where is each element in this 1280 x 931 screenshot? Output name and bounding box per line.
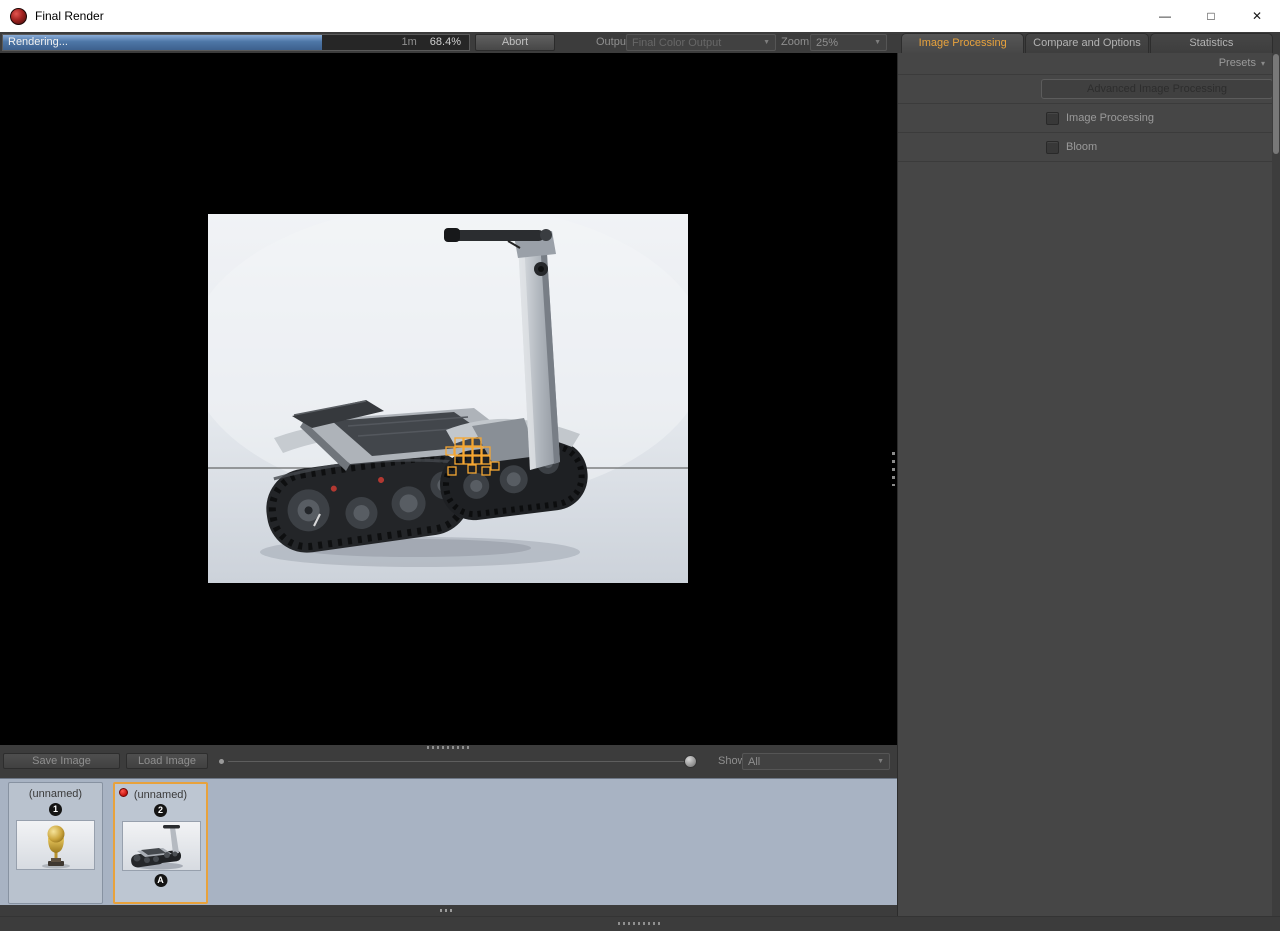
thumbnail-name: (unnamed): [115, 789, 206, 801]
thumbnail-number-badge: 1: [49, 803, 62, 816]
chevron-down-icon: ▼: [874, 39, 881, 46]
maximize-button[interactable]: □: [1188, 0, 1234, 32]
vehicle-icon: [123, 822, 201, 871]
render-toolbar: Rendering... 1m 68.4% Abort Output Final…: [0, 32, 897, 53]
bloom-option-label: Bloom: [1066, 133, 1097, 162]
render-preview-image: [208, 214, 688, 583]
zoom-dropdown[interactable]: 25% ▼: [810, 34, 887, 51]
zoom-label: Zoom: [781, 32, 809, 53]
bloom-checkbox[interactable]: [1046, 141, 1059, 154]
chevron-down-icon: ▼: [763, 39, 770, 46]
zoom-value: 25%: [816, 37, 868, 49]
thumbnail-number-badge: 2: [154, 804, 167, 817]
progress-percent: 68.4%: [430, 35, 461, 50]
history-slider-handle[interactable]: [684, 755, 697, 768]
window-controls: — □ ✕: [1142, 0, 1280, 32]
history-splitter-bar: [0, 905, 897, 916]
render-thumbnail-1[interactable]: (unnamed) 1: [8, 782, 103, 904]
presets-menu[interactable]: Presets ▾: [1219, 57, 1265, 69]
window-bottom-bar: [0, 916, 1280, 931]
output-dropdown[interactable]: Final Color Output ▼: [626, 34, 776, 51]
bottom-splitter-handle[interactable]: [618, 922, 662, 925]
app-icon: [10, 8, 27, 25]
advanced-image-processing-row: Advanced Image Processing: [898, 75, 1280, 104]
image-processing-panel: Presets ▾ Advanced Image Processing Imag…: [897, 53, 1280, 931]
image-processing-checkbox[interactable]: [1046, 112, 1059, 125]
history-slider-track[interactable]: [228, 761, 686, 762]
chevron-down-icon: ▾: [1261, 59, 1265, 68]
window-title: Final Render: [35, 9, 104, 23]
close-button[interactable]: ✕: [1234, 0, 1280, 32]
render-progress-bar: Rendering... 1m 68.4%: [2, 34, 470, 51]
image-processing-option-label: Image Processing: [1066, 104, 1154, 133]
output-value: Final Color Output: [632, 37, 757, 49]
history-splitter-handle[interactable]: [440, 909, 455, 912]
title-bar: Final Render — □ ✕: [0, 0, 1280, 32]
trophy-thumbnail-image: [16, 820, 95, 870]
elapsed-time: 1m: [402, 35, 417, 50]
progress-times: 1m 68.4%: [402, 35, 461, 50]
trophy-icon: [17, 821, 95, 870]
chevron-down-icon: ▼: [877, 758, 884, 765]
tab-image-processing[interactable]: Image Processing: [901, 33, 1024, 53]
rendered-vehicle-image: [208, 214, 688, 583]
load-image-button[interactable]: Load Image: [126, 753, 208, 769]
camera-marker-badge: A: [154, 874, 167, 887]
tab-compare-and-options[interactable]: Compare and Options: [1025, 33, 1148, 53]
image-toolbar: Save Image Load Image Show All ▼: [0, 745, 897, 778]
show-filter-dropdown[interactable]: All ▼: [742, 753, 890, 770]
panel-splitter-handle[interactable]: [892, 452, 895, 486]
panel-tabs: Image Processing Compare and Options Sta…: [897, 32, 1280, 53]
render-viewport: [0, 53, 897, 745]
render-history-strip: (unnamed) 1 (u: [0, 778, 897, 905]
show-filter-value: All: [748, 756, 871, 768]
presets-label: Presets: [1219, 57, 1256, 69]
advanced-image-processing-button[interactable]: Advanced Image Processing: [1041, 79, 1273, 99]
progress-status-text: Rendering...: [8, 35, 68, 50]
rendering-indicator-icon: [119, 788, 128, 797]
save-image-button[interactable]: Save Image: [3, 753, 120, 769]
render-thumbnail-2[interactable]: (unnamed) 2 A: [113, 782, 208, 904]
presets-row: Presets ▾: [898, 53, 1280, 75]
image-processing-option-row: Image Processing: [898, 104, 1280, 133]
output-label: Output: [596, 32, 629, 53]
minimize-button[interactable]: —: [1142, 0, 1188, 32]
slider-min-dot: [219, 759, 224, 764]
panel-scrollbar[interactable]: [1272, 53, 1280, 931]
vehicle-thumbnail-image: [122, 821, 201, 871]
viewport-splitter-handle[interactable]: [427, 746, 471, 749]
tab-statistics[interactable]: Statistics: [1150, 33, 1273, 53]
thumbnail-name: (unnamed): [9, 788, 102, 800]
scrollbar-thumb[interactable]: [1273, 54, 1279, 154]
abort-button[interactable]: Abort: [475, 34, 555, 51]
bloom-option-row: Bloom: [898, 133, 1280, 162]
